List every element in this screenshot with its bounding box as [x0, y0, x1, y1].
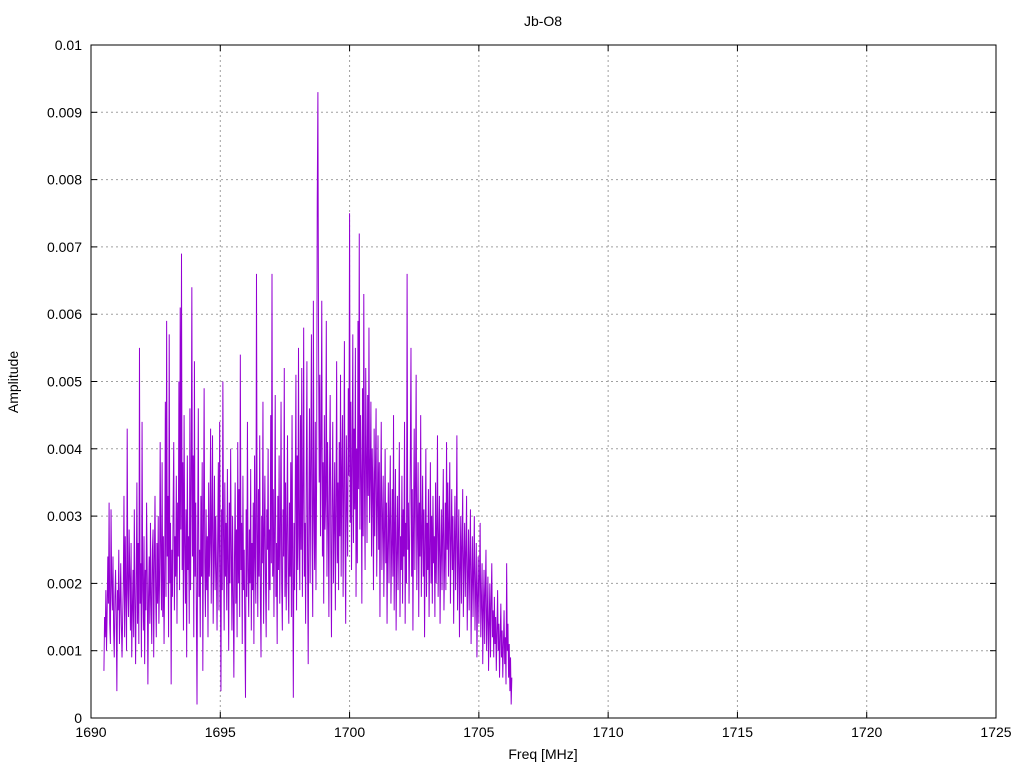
x-tick-label: 1720: [851, 724, 882, 740]
chart-title: Jb-O8: [524, 13, 562, 29]
x-tick-label: 1690: [75, 724, 106, 740]
x-tick-label: 1700: [334, 724, 365, 740]
y-tick-label: 0.009: [47, 104, 82, 120]
y-tick-label: 0.002: [47, 575, 82, 591]
x-tick-label: 1710: [593, 724, 624, 740]
spectrum-chart: 1690 1695 1700 1705 1710 1715 1720 1725 0 0.001 0.…: [0, 0, 1024, 768]
y-axis-label: Amplitude: [5, 351, 21, 413]
x-tick-label: 1705: [463, 724, 494, 740]
y-tick-label: 0.007: [47, 239, 82, 255]
y-tick-label: 0.01: [55, 37, 82, 53]
x-tick-label: 1725: [980, 724, 1011, 740]
x-axis-label: Freq [MHz]: [508, 746, 577, 762]
y-tick-label: 0.008: [47, 172, 82, 188]
y-tick-label: 0.001: [47, 643, 82, 659]
x-tick-label: 1715: [722, 724, 753, 740]
y-tick-label: 0.005: [47, 374, 82, 390]
y-tick-label: 0.004: [47, 441, 82, 457]
y-tick-label: 0.003: [47, 508, 82, 524]
y-tick-label: 0.006: [47, 306, 82, 322]
x-tick-label: 1695: [205, 724, 236, 740]
y-tick-label: 0: [74, 710, 82, 726]
